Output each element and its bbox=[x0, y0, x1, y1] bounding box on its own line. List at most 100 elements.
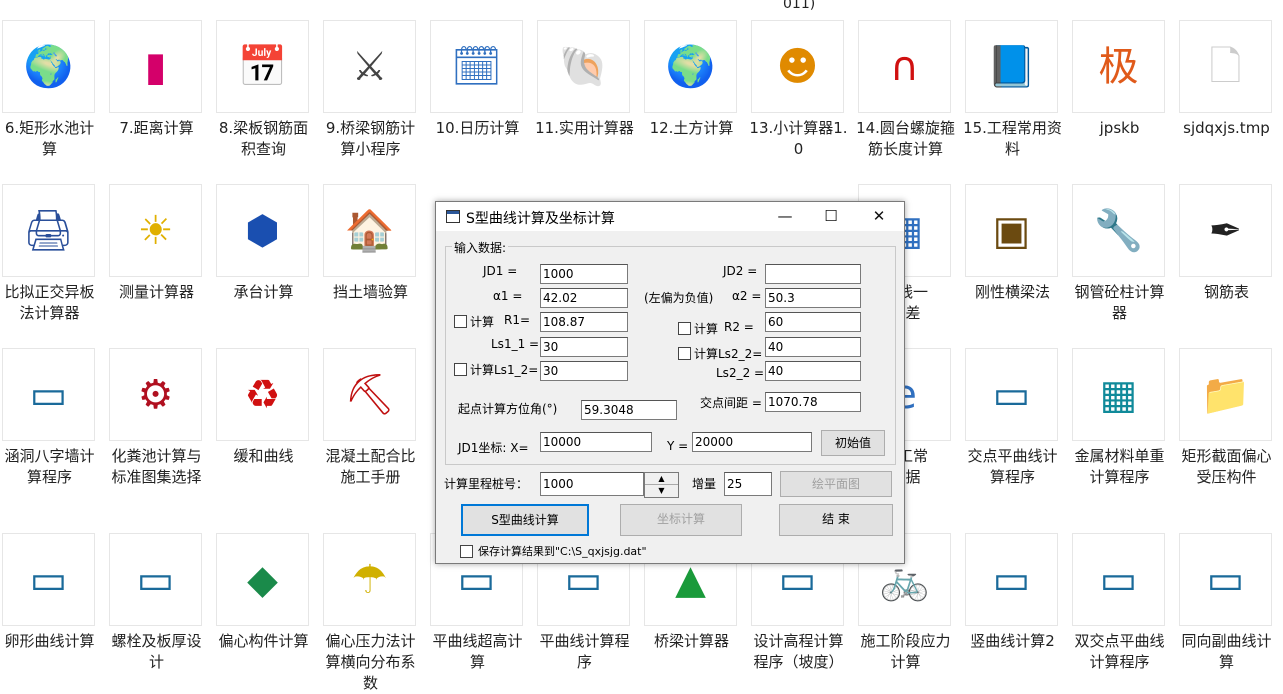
desktop-icon-image[interactable]: 🔧 bbox=[1072, 184, 1165, 277]
desktop-icon-image[interactable]: ⚔ bbox=[323, 20, 416, 113]
desktop-icon-image[interactable]: ⬢ bbox=[216, 184, 309, 277]
desktop-icon-image[interactable]: ▦ bbox=[1072, 348, 1165, 441]
x-field[interactable]: 10000 bbox=[540, 432, 652, 452]
desktop-icon-image[interactable]: ▮ bbox=[109, 20, 202, 113]
ls1-2-field[interactable]: 30 bbox=[540, 361, 628, 381]
desktop-icon-label[interactable]: 偏心构件计算 bbox=[212, 631, 315, 652]
desktop-icon-image[interactable]: ▣ bbox=[965, 184, 1058, 277]
desktop-icon-label[interactable]: 钢筋表 bbox=[1175, 282, 1278, 303]
init-value-button[interactable]: 初始值 bbox=[821, 430, 885, 456]
desktop-icon-label[interactable]: 化粪池计算与标准图集选择 bbox=[105, 446, 208, 488]
desktop-icon-label[interactable]: 13.小计算器1.0 bbox=[747, 118, 850, 160]
maximize-button[interactable]: ☐ bbox=[808, 202, 854, 231]
desktop-icon-image[interactable]: ✒ bbox=[1179, 184, 1272, 277]
r2-field[interactable]: 60 bbox=[765, 312, 861, 332]
desktop-icon-label[interactable]: 金属材料单重计算程序 bbox=[1068, 446, 1171, 488]
desktop-icon-label[interactable]: 钢管砼柱计算器 bbox=[1068, 282, 1171, 324]
desktop-icon-label[interactable]: 挡土墙验算 bbox=[319, 282, 422, 303]
desktop-icon-image[interactable]: 🐚 bbox=[537, 20, 630, 113]
desktop-icon-image[interactable]: ▭ bbox=[965, 348, 1058, 441]
desktop-icon-label[interactable]: 缓和曲线 bbox=[212, 446, 315, 467]
close-button[interactable]: ✕ bbox=[856, 202, 902, 231]
desktop-icon-label[interactable]: 卵形曲线计算 bbox=[0, 631, 101, 652]
desktop-icon-image[interactable]: ⚙ bbox=[109, 348, 202, 441]
desktop-icon-image[interactable]: ▭ bbox=[109, 533, 202, 626]
desktop-icon-label[interactable]: 设计高程计算程序（坡度） bbox=[747, 631, 850, 673]
draw-plan-button[interactable]: 绘平面图 bbox=[780, 471, 892, 497]
desktop-icon-label[interactable]: sjdqxjs.tmp bbox=[1175, 118, 1278, 139]
ls2-2-top-field[interactable]: 40 bbox=[765, 337, 861, 357]
desktop-icon-image[interactable]: 🏠 bbox=[323, 184, 416, 277]
calc-r2-checkbox[interactable] bbox=[678, 322, 691, 335]
desktop-icon-image[interactable]: 🗋 bbox=[1179, 20, 1272, 113]
desktop-icon-label[interactable]: 承台计算 bbox=[212, 282, 315, 303]
desktop-icon-label[interactable]: 同向副曲线计算 bbox=[1175, 631, 1278, 673]
desktop-icon-label[interactable]: 11.实用计算器 bbox=[533, 118, 636, 139]
desktop-icon-image[interactable]: 📘 bbox=[965, 20, 1058, 113]
end-button[interactable]: 结 束 bbox=[779, 504, 893, 536]
desktop-icon-image[interactable]: ☀ bbox=[109, 184, 202, 277]
dialog-titlebar[interactable]: S型曲线计算及坐标计算 — ☐ ✕ bbox=[436, 202, 904, 231]
desktop-icon-image[interactable]: ☻ bbox=[751, 20, 844, 113]
minimize-button[interactable]: — bbox=[762, 202, 808, 231]
jd2-field[interactable] bbox=[765, 264, 861, 284]
desktop-icon-label[interactable]: 偏心压力法计算横向分布系数 bbox=[319, 631, 422, 694]
azimuth-field[interactable]: 59.3048 bbox=[581, 400, 677, 420]
desktop-icon-image[interactable]: ▭ bbox=[965, 533, 1058, 626]
station-field[interactable]: 1000 bbox=[540, 472, 644, 496]
desktop-icon-label[interactable]: 平曲线计算程序 bbox=[533, 631, 636, 673]
desktop-icon-image[interactable]: ☂ bbox=[323, 533, 416, 626]
desktop-icon-image[interactable]: ∩ bbox=[858, 20, 951, 113]
desktop-icon-label[interactable]: 双交点平曲线计算程序 bbox=[1068, 631, 1171, 673]
desktop-icon-label[interactable]: 7.距离计算 bbox=[105, 118, 208, 139]
desktop-icon-label[interactable]: 9.桥梁钢筋计算小程序 bbox=[319, 118, 422, 160]
desktop-icon-label[interactable]: jpskb bbox=[1068, 118, 1171, 139]
desktop-icon-image[interactable]: 🌍 bbox=[2, 20, 95, 113]
coordinate-calc-button[interactable]: 坐标计算 bbox=[620, 504, 742, 536]
desktop-icon-label[interactable]: 矩形截面偏心受压构件 bbox=[1175, 446, 1278, 488]
desktop-icon-label[interactable]: 15.工程常用资料 bbox=[961, 118, 1064, 160]
save-result-checkbox[interactable] bbox=[460, 545, 473, 558]
r1-field[interactable]: 108.87 bbox=[540, 312, 628, 332]
desktop-icon-image[interactable]: ▭ bbox=[1179, 533, 1272, 626]
alpha2-field[interactable]: 50.3 bbox=[765, 288, 861, 308]
desktop-icon-label[interactable]: 12.土方计算 bbox=[640, 118, 743, 139]
y-field[interactable]: 20000 bbox=[692, 432, 812, 452]
distance-field[interactable]: 1070.78 bbox=[765, 392, 861, 412]
alpha1-field[interactable]: 42.02 bbox=[540, 288, 628, 308]
increment-field[interactable]: 25 bbox=[724, 472, 772, 496]
desktop-icon-image[interactable]: 📁 bbox=[1179, 348, 1272, 441]
desktop-icon-label[interactable]: 10.日历计算 bbox=[426, 118, 529, 139]
desktop-icon-label[interactable]: 测量计算器 bbox=[105, 282, 208, 303]
calc-ls2-2-checkbox[interactable] bbox=[678, 347, 691, 360]
ls2-2-field[interactable]: 40 bbox=[765, 361, 861, 381]
desktop-icon-label[interactable]: 6.矩形水池计算 bbox=[0, 118, 101, 160]
desktop-icon-label[interactable]: 涵洞八字墙计算程序 bbox=[0, 446, 101, 488]
desktop-icon-image[interactable]: ▭ bbox=[2, 533, 95, 626]
desktop-icon-image[interactable]: ⛏ bbox=[323, 348, 416, 441]
ls1-1-field[interactable]: 30 bbox=[540, 337, 628, 357]
station-spinner[interactable]: ▲ ▼ bbox=[644, 472, 679, 498]
desktop-icon-label[interactable]: 竖曲线计算2 bbox=[961, 631, 1064, 652]
s-curve-calc-button[interactable]: S型曲线计算 bbox=[461, 504, 589, 536]
desktop-icon-image[interactable]: 📅 bbox=[216, 20, 309, 113]
desktop-icon-image[interactable]: ♻ bbox=[216, 348, 309, 441]
desktop-icon-image[interactable]: 🌍 bbox=[644, 20, 737, 113]
desktop-icon-label[interactable]: 螺栓及板厚设计 bbox=[105, 631, 208, 673]
desktop-icon-label[interactable]: 8.梁板钢筋面积查询 bbox=[212, 118, 315, 160]
desktop-icon-image[interactable]: ▭ bbox=[2, 348, 95, 441]
desktop-icon-label[interactable]: 施工阶段应力计算 bbox=[854, 631, 957, 673]
desktop-icon-image[interactable]: ▭ bbox=[1072, 533, 1165, 626]
jd1-field[interactable]: 1000 bbox=[540, 264, 628, 284]
calc-ls1-2-checkbox[interactable] bbox=[454, 363, 467, 376]
spin-down-icon[interactable]: ▼ bbox=[645, 485, 678, 496]
desktop-icon-label[interactable]: 14.圆台螺旋箍筋长度计算 bbox=[854, 118, 957, 160]
desktop-icon-label[interactable]: 比拟正交异板法计算器 bbox=[0, 282, 101, 324]
desktop-icon-image[interactable]: 🖨 bbox=[2, 184, 95, 277]
desktop-icon-image[interactable]: ◆ bbox=[216, 533, 309, 626]
desktop-icon-label[interactable]: 交点平曲线计算程序 bbox=[961, 446, 1064, 488]
desktop-icon-image[interactable]: 极 bbox=[1072, 20, 1165, 113]
desktop-icon-label[interactable]: 刚性横梁法 bbox=[961, 282, 1064, 303]
desktop-icon-image[interactable]: 🗓 bbox=[430, 20, 523, 113]
desktop-icon-label[interactable]: 平曲线超高计算 bbox=[426, 631, 529, 673]
